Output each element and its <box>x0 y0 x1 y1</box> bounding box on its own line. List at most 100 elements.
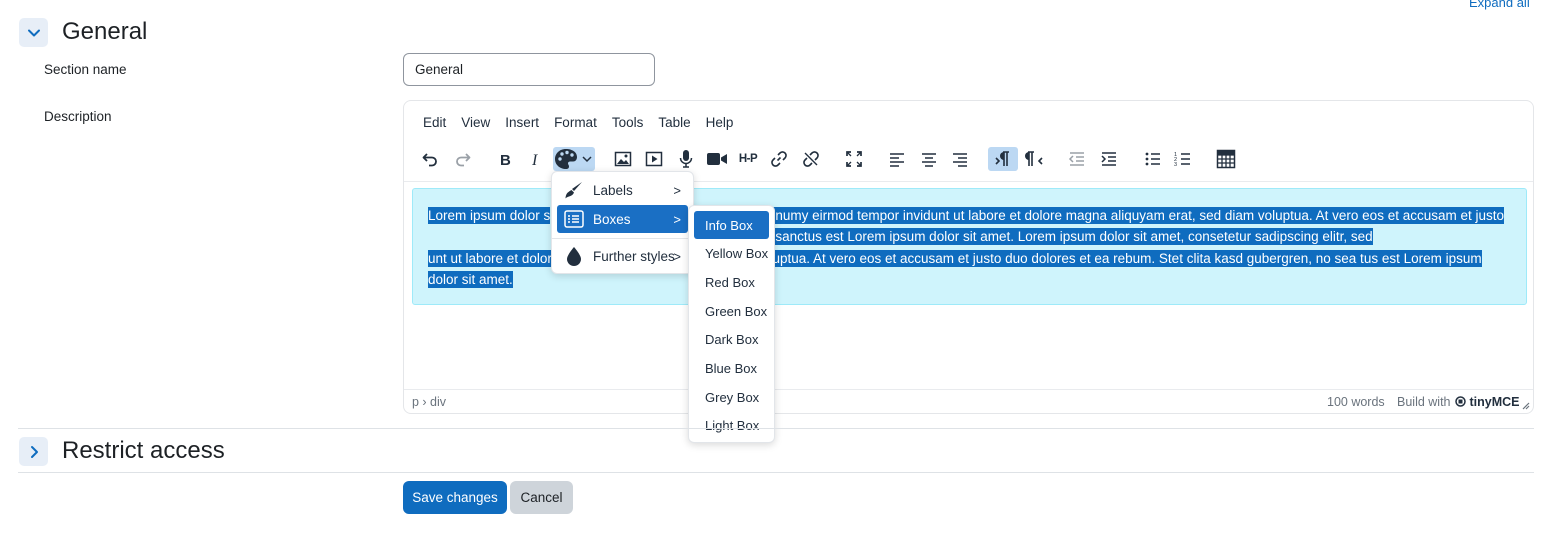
styles-menu: Labels > Boxes > Further styles > <box>551 171 694 274</box>
equation-icon <box>1216 149 1236 169</box>
equation-button[interactable] <box>1213 147 1239 171</box>
tinymce-logo-icon <box>1454 396 1466 407</box>
rtl-button[interactable] <box>1022 147 1048 171</box>
numbered-list-icon: 123 <box>1174 152 1190 168</box>
undo-button[interactable] <box>417 147 443 171</box>
svg-text:I: I <box>531 152 538 168</box>
menu-insert[interactable]: Insert <box>505 115 539 130</box>
italic-button[interactable]: I <box>523 147 549 171</box>
tinymce-brand: tinyMCE <box>1469 394 1520 409</box>
submenu-green-box[interactable]: Green Box <box>694 297 769 325</box>
align-left-icon <box>890 153 904 167</box>
section-divider <box>18 428 1534 429</box>
menu-item-further-styles-label: Further styles <box>593 248 675 264</box>
unlink-button[interactable] <box>798 147 824 171</box>
menu-tools[interactable]: Tools <box>612 115 644 130</box>
menu-edit[interactable]: Edit <box>423 115 446 130</box>
align-right-icon <box>953 153 967 167</box>
menu-table[interactable]: Table <box>658 115 690 130</box>
record-audio-button[interactable] <box>673 147 699 171</box>
styles-button[interactable] <box>553 147 595 171</box>
record-audio-icon <box>679 150 693 168</box>
cancel-button[interactable]: Cancel <box>510 481 573 514</box>
chevron-right-icon: > <box>673 211 681 227</box>
chevron-right-icon <box>30 445 38 458</box>
section-divider <box>18 472 1534 473</box>
menu-item-labels[interactable]: Labels > <box>557 176 688 204</box>
section-name-input[interactable]: General <box>403 53 655 86</box>
svg-text:3: 3 <box>1174 162 1177 168</box>
bullet-list-button[interactable] <box>1140 147 1166 171</box>
drop-icon <box>563 245 585 267</box>
general-collapse-button[interactable] <box>19 18 48 47</box>
editor-menubar: Edit View Insert Format Tools Table Help <box>423 115 733 130</box>
align-center-button[interactable] <box>916 147 942 171</box>
numbered-list-button[interactable]: 123 <box>1170 147 1196 171</box>
link-button[interactable] <box>766 147 792 171</box>
word-count[interactable]: 100 words <box>1327 395 1385 409</box>
fullscreen-icon <box>846 151 862 167</box>
editor-statusbar: p › div 100 words Build with tinyMCE <box>404 389 1533 413</box>
indent-icon <box>1101 152 1116 166</box>
align-left-button[interactable] <box>884 147 910 171</box>
tinymce-branding[interactable]: Build with tinyMCE <box>1397 395 1520 409</box>
menu-item-further-styles[interactable]: Further styles > <box>557 242 688 270</box>
record-video-icon <box>707 153 727 165</box>
expand-all-link[interactable]: Expand all <box>1469 0 1530 10</box>
outdent-icon <box>1068 152 1084 166</box>
menu-item-boxes-label: Boxes <box>593 211 631 227</box>
chevron-down-icon <box>27 29 40 36</box>
section-name-label: Section name <box>44 62 127 77</box>
submenu-dark-box[interactable]: Dark Box <box>694 325 769 353</box>
boxes-submenu: Info Box Yellow Box Red Box Green Box Da… <box>688 205 775 443</box>
restrict-access-title: Restrict access <box>62 437 225 464</box>
brush-icon <box>563 179 585 201</box>
styles-palette-icon <box>555 149 592 169</box>
bold-icon: B <box>500 152 511 168</box>
bullet-list-icon <box>1145 152 1160 166</box>
resize-handle-icon[interactable] <box>1521 401 1530 410</box>
section-name-value: General <box>415 62 464 77</box>
ltr-button[interactable] <box>988 147 1018 171</box>
submenu-yellow-box[interactable]: Yellow Box <box>694 239 769 267</box>
submenu-red-box[interactable]: Red Box <box>694 268 769 296</box>
menu-help[interactable]: Help <box>706 115 734 130</box>
save-changes-button[interactable]: Save changes <box>403 481 507 514</box>
h5p-button[interactable]: H-P <box>735 147 761 171</box>
image-button[interactable] <box>610 147 636 171</box>
text-part-2: , sed diam nonumy eirmod tempor invidunt… <box>694 207 1504 224</box>
indent-button[interactable] <box>1096 147 1122 171</box>
italic-icon: I <box>531 152 538 168</box>
chevron-right-icon: > <box>673 248 681 264</box>
ltr-icon <box>995 151 1009 166</box>
submenu-info-box[interactable]: Info Box <box>694 211 769 239</box>
element-path[interactable]: p › div <box>412 395 446 409</box>
align-center-icon <box>922 153 936 167</box>
submenu-blue-box[interactable]: Blue Box <box>694 354 769 382</box>
text-part-1: Lorem ipsum dolor s <box>428 207 551 224</box>
bold-button[interactable]: B <box>492 147 518 171</box>
menu-item-boxes[interactable]: Boxes > <box>557 205 688 233</box>
media-button[interactable] <box>641 147 667 171</box>
menu-divider <box>552 238 693 239</box>
description-label: Description <box>44 109 112 124</box>
image-icon <box>614 151 632 167</box>
build-with-label: Build with <box>1397 394 1451 409</box>
menu-item-labels-label: Labels <box>593 182 633 198</box>
align-right-button[interactable] <box>947 147 973 171</box>
menu-view[interactable]: View <box>461 115 490 130</box>
fullscreen-button[interactable] <box>841 147 867 171</box>
svg-text:B: B <box>500 152 511 168</box>
record-video-button[interactable] <box>704 147 730 171</box>
submenu-grey-box[interactable]: Grey Box <box>694 383 769 411</box>
unlink-icon <box>803 151 819 167</box>
menu-format[interactable]: Format <box>554 115 597 130</box>
outdent-button[interactable] <box>1064 147 1090 171</box>
media-icon <box>645 151 663 167</box>
restrict-access-expand-button[interactable] <box>19 437 48 466</box>
redo-button[interactable] <box>450 147 476 171</box>
chevron-right-icon: > <box>673 182 681 198</box>
redo-icon <box>456 153 471 167</box>
submenu-light-box[interactable]: Light Box <box>694 411 769 439</box>
link-icon <box>771 151 787 167</box>
